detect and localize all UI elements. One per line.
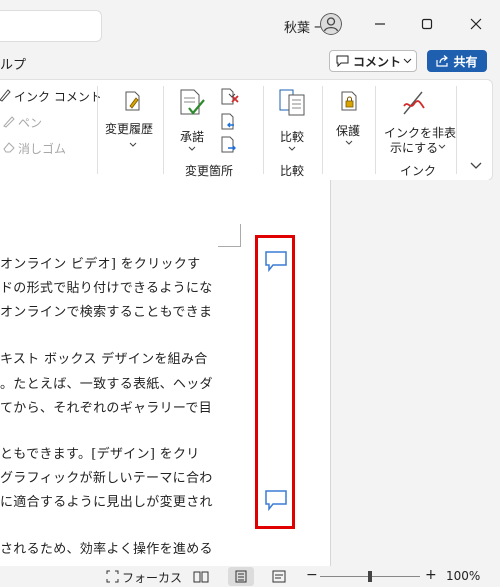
tab-help[interactable]: ルプ [0, 54, 26, 73]
read-mode-icon[interactable] [193, 570, 209, 583]
share-button[interactable]: 共有 [427, 50, 487, 72]
separator [456, 86, 457, 174]
chevron-down-icon [288, 146, 296, 151]
share-label: 共有 [453, 54, 478, 69]
comment-icon [336, 55, 349, 67]
avatar[interactable] [320, 13, 342, 35]
ink-group-label: インク [400, 164, 437, 178]
page-corner-mark [218, 224, 241, 247]
chevron-down-icon [438, 144, 446, 149]
hide-ink-label-2: 示にする [390, 141, 439, 155]
protect-button[interactable]: 保護 [330, 86, 370, 158]
comment-icon[interactable] [264, 250, 288, 272]
separator [322, 86, 323, 174]
document-line[interactable]: ともできます。[デザイン] をクリ [0, 443, 248, 462]
hide-ink-icon [403, 91, 425, 115]
document-margin-area [330, 180, 500, 566]
comment-icon[interactable] [264, 489, 288, 511]
chevron-down-icon [129, 142, 137, 147]
web-layout-icon[interactable] [272, 570, 288, 583]
eraser-icon [3, 142, 15, 153]
protect-label: 保護 [336, 124, 361, 138]
zoom-out-button[interactable]: − [306, 567, 318, 583]
lock-icon [341, 91, 357, 111]
separator [263, 86, 264, 174]
close-icon [470, 18, 482, 30]
print-layout-icon [235, 570, 247, 583]
document-line[interactable]: に適合するように見出しが変更され [0, 491, 248, 510]
search-box[interactable] [0, 10, 102, 42]
separator [375, 86, 376, 174]
ribbon: インク コメント ペン 消しゴム 変更履歴 承諾 変更箇所 比較 比較 保護 イ… [0, 79, 493, 181]
document-line[interactable]: てから、それぞれのギャラリーで目 [0, 397, 248, 416]
ink-comment-button[interactable]: インク コメント [14, 88, 102, 105]
comment-highlight-frame [255, 235, 295, 529]
chevron-down-icon [345, 140, 353, 145]
hide-ink-button[interactable]: インクを非表 示にする [382, 86, 456, 158]
compare-label: 比較 [280, 130, 305, 144]
ribbon-collapse-icon[interactable] [470, 162, 482, 170]
separator [163, 86, 164, 174]
maximize-icon [421, 18, 433, 30]
comments-button[interactable]: コメント [329, 50, 417, 72]
document-line[interactable]: ドの形式で貼り付けできるようにな [0, 277, 248, 296]
document-line[interactable]: 。たとえば、一致する表紙、ヘッダ [0, 373, 248, 392]
zoom-slider-thumb[interactable] [368, 571, 372, 582]
document-line[interactable]: されるため、効率よく操作を進める [0, 538, 248, 557]
next-change-icon[interactable] [220, 136, 238, 154]
document-line[interactable]: グラフィックが新しいテーマに合わ [0, 467, 248, 486]
close-button[interactable] [464, 12, 488, 36]
accept-icon [180, 89, 205, 115]
focus-icon [106, 570, 119, 583]
change-history-label: 変更履歴 [105, 122, 154, 136]
accept-label: 承諾 [180, 130, 205, 144]
document-line[interactable]: オンラインで検索することもできま [0, 301, 248, 320]
zoom-in-button[interactable]: + [425, 567, 437, 583]
print-layout-button[interactable] [228, 567, 254, 586]
change-history-button[interactable]: 変更履歴 [105, 88, 167, 158]
zoom-level[interactable]: 100% [446, 569, 480, 583]
comments-label: コメント [353, 54, 402, 69]
minimize-icon [375, 23, 385, 25]
changes-group-label: 変更箇所 [185, 164, 234, 178]
compare-button[interactable]: 比較 [272, 86, 316, 158]
minimize-button[interactable] [368, 12, 392, 36]
separator [97, 86, 98, 174]
tab-row: ルプ コメント 共有 [0, 48, 500, 78]
chevron-down-icon [188, 146, 196, 151]
pen-icon [3, 116, 15, 128]
chevron-down-icon [228, 93, 236, 98]
compare-group-label: 比較 [280, 164, 305, 178]
share-icon [436, 55, 449, 67]
user-icon [320, 13, 342, 35]
pen-button[interactable]: ペン [18, 114, 42, 131]
ink-comment-icon [0, 89, 11, 102]
eraser-button[interactable]: 消しゴム [18, 140, 66, 157]
change-history-icon [125, 91, 140, 111]
focus-button[interactable]: フォーカス [122, 569, 182, 586]
status-bar: フォーカス − + 100% [0, 566, 500, 587]
chevron-down-icon [403, 58, 412, 64]
accept-button[interactable]: 承諾 [172, 86, 216, 158]
title-bar: 秋葉 一郎 [0, 0, 500, 48]
document-line[interactable]: オンライン ビデオ] をクリックす [0, 253, 248, 272]
maximize-button[interactable] [415, 12, 439, 36]
previous-change-icon[interactable] [220, 113, 238, 131]
compare-icon [279, 89, 305, 116]
document-line[interactable]: キスト ボックス デザインを組み合 [0, 348, 248, 367]
